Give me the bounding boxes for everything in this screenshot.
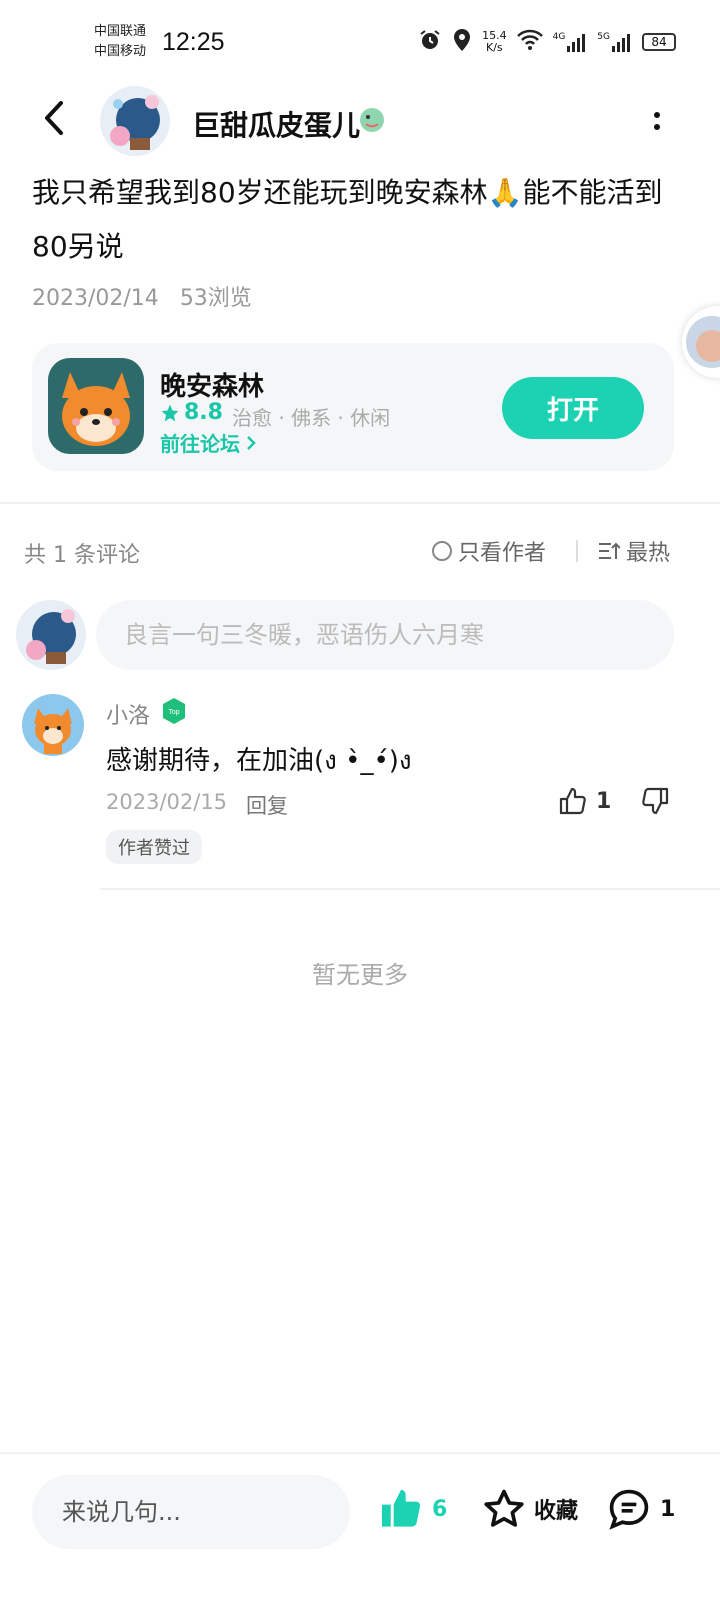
divider [0,1452,720,1454]
author-name[interactable]: 巨甜瓜皮蛋儿 [192,104,360,144]
speed-unit: K/s [486,41,503,54]
post-date: 2023/02/14 [32,286,159,311]
net-label-5g: 5G [597,32,610,42]
author-liked-tag: 作者赞过 [106,830,202,864]
svg-text:Top: Top [168,709,179,716]
more-icon-dot [654,124,660,130]
forum-link[interactable]: 前往论坛 [160,428,256,457]
forum-link-label: 前往论坛 [160,432,240,456]
more-button[interactable] [650,106,664,136]
author-only-label: 只看作者 [458,541,547,566]
post-content: 我只希望我到80岁还能玩到晚安森林🙏能不能活到80另说 [32,176,663,263]
comment-like-count: 1 [596,788,612,814]
network-speed: 15.4 K/s [482,30,507,54]
open-app-button[interactable]: 打开 [502,377,644,439]
commenter-avatar[interactable] [22,694,84,756]
comment-input[interactable] [96,600,674,670]
signal-icon-4g: 4G [553,32,588,52]
app-rating-value: 8.8 [184,400,223,425]
comment-text: 感谢期待，在加油(ง •̀_•́)ง [106,746,412,776]
back-button[interactable] [34,96,74,140]
my-avatar [16,600,86,670]
net-label-4g: 4G [552,32,566,42]
radio-icon [432,541,452,561]
sort-icon [599,542,620,559]
commenter-name[interactable]: 小洛 [106,698,150,730]
comment-bubble-icon [609,1489,649,1530]
favorite-button[interactable]: 收藏 [482,1487,578,1531]
thumbs-down-icon [642,787,669,815]
reply-button[interactable]: 回复 [246,790,288,820]
dragon-badge-icon [358,106,386,134]
carrier-2: 中国移动 [94,44,147,59]
sort-label: 最热 [626,541,671,566]
app-tags: 治愈 · 佛系 · 休闲 [232,406,391,430]
thumbs-up-filled-icon [381,1489,421,1527]
chevron-right-icon [247,435,256,450]
signal-icon-5g: 5G [597,32,632,52]
divider [576,540,578,562]
system-icons: 15.4 K/s 4G 5G 84 [418,28,676,56]
divider [100,888,720,890]
no-more-label: 暂无更多 [312,961,408,989]
comments-count: 1 [660,1496,676,1522]
divider [0,502,720,504]
status-time: 12:25 [162,28,225,56]
post-views: 53浏览 [179,286,252,311]
battery-level: 84 [651,35,667,49]
post-meta: 2023/02/14 53浏览 [32,280,252,312]
comment-count: 共 1 条评论 [24,543,140,568]
more-icon-dot [654,112,660,118]
comment-date: 2023/02/15 [106,790,228,814]
comment-like-button[interactable]: 1 [558,786,611,816]
author-only-toggle[interactable]: 只看作者 [432,535,546,567]
carrier-info: 中国联通 中国移动 [94,22,146,62]
alarm-icon [418,28,442,56]
wifi-icon [516,29,543,55]
location-icon [452,28,472,56]
favorite-label: 收藏 [534,1499,579,1524]
thumbs-up-icon [559,787,586,815]
app-rating: 8.8 [160,400,223,425]
star-outline-icon [484,1489,524,1527]
bottom-comment-input[interactable] [32,1475,350,1549]
post-like-count: 6 [432,1496,448,1522]
back-icon [45,101,63,135]
top-badge-icon: Top [160,697,188,725]
floating-widget[interactable] [682,306,720,378]
post-like-button[interactable]: 6 [378,1487,447,1531]
app-icon[interactable] [48,358,144,454]
comments-button[interactable]: 1 [606,1487,675,1531]
author-avatar[interactable] [100,86,170,156]
app-name: 晚安森林 [160,372,265,402]
carrier-1: 中国联通 [94,24,147,39]
star-icon [161,404,179,421]
comment-dislike-button[interactable] [640,786,670,820]
sort-button[interactable]: 最热 [598,535,670,567]
battery-icon: 84 [642,33,676,51]
